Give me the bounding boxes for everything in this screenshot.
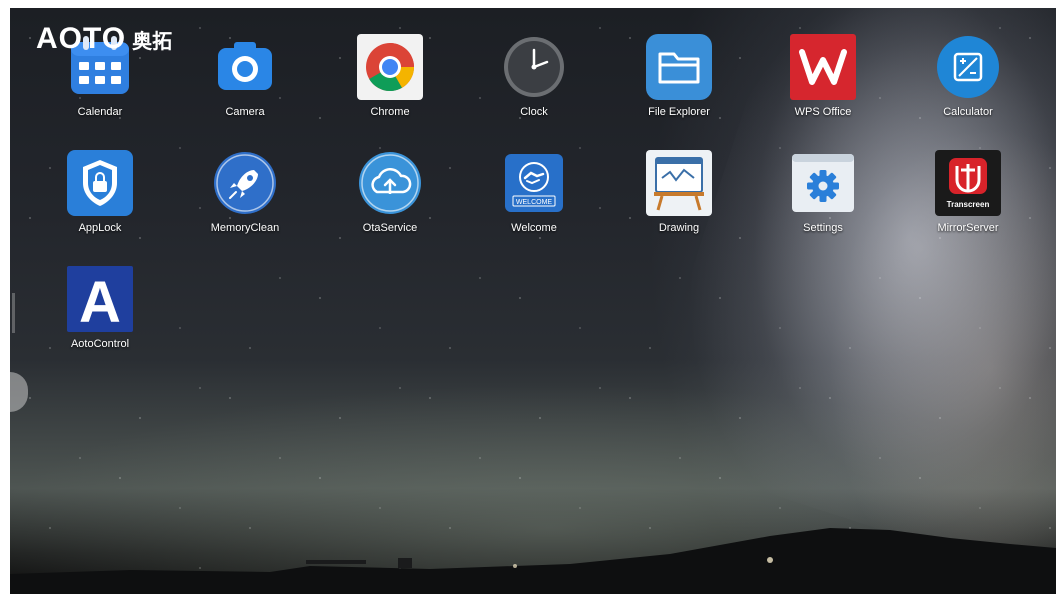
edge-indicator [12, 293, 15, 333]
mountain-silhouette [10, 528, 1056, 594]
app-label: AotoControl [70, 338, 130, 350]
chrome-icon [357, 34, 423, 100]
app-clock[interactable]: Clock [474, 34, 594, 118]
shield-lock-icon [67, 150, 133, 216]
gear-icon [790, 150, 856, 216]
app-label: MirrorServer [937, 222, 999, 234]
whiteboard-icon [646, 150, 712, 216]
transcreen-badge-text: Transcreen [947, 200, 990, 209]
app-wps-office[interactable]: WPS Office [763, 34, 883, 118]
app-calculator[interactable]: Calculator [908, 34, 1028, 118]
welcome-handshake-icon: WELCOME [501, 150, 567, 216]
app-camera[interactable]: Camera [185, 34, 305, 118]
aoto-a-icon: A [67, 266, 133, 335]
transcreen-icon: Transcreen [935, 150, 1001, 216]
welcome-badge-text: WELCOME [516, 199, 553, 206]
app-file-explorer[interactable]: File Explorer [619, 34, 739, 118]
app-aotocontrol[interactable]: A AotoControl [40, 266, 160, 350]
camera-icon [212, 34, 278, 100]
app-label: Calculator [943, 106, 993, 118]
folder-icon [646, 34, 712, 100]
app-memoryclean[interactable]: MemoryClean [185, 150, 305, 234]
app-label: Welcome [511, 222, 557, 234]
logo-cjk-text: 奥拓 [132, 30, 173, 53]
wps-office-icon [790, 34, 856, 100]
calculator-icon [935, 34, 1001, 100]
home-screen: AOTO 奥拓 Calendar Camera Chrome Clock Fil… [10, 8, 1056, 594]
aoto-glyph: A [79, 270, 121, 332]
brand-logo: AOTO 奥拓 [36, 22, 172, 56]
app-applock[interactable]: AppLock [40, 150, 160, 234]
app-label: AppLock [78, 222, 122, 234]
app-drawing[interactable]: Drawing [619, 150, 739, 234]
app-label: Camera [225, 106, 265, 118]
app-label: MemoryClean [210, 222, 280, 234]
app-label: Clock [520, 106, 548, 118]
app-label: OtaService [362, 222, 418, 234]
app-label: File Explorer [648, 106, 710, 118]
app-label: WPS Office [794, 106, 852, 118]
app-chrome[interactable]: Chrome [330, 34, 450, 118]
app-settings[interactable]: Settings [763, 150, 883, 234]
app-otaservice[interactable]: OtaService [330, 150, 450, 234]
app-label: Chrome [370, 106, 410, 118]
rocket-icon [212, 150, 278, 216]
cloud-upload-icon [357, 150, 423, 216]
logo-latin-text: AOTO [36, 22, 127, 55]
app-label: Drawing [658, 222, 700, 234]
clock-icon [501, 34, 567, 100]
app-label: Calendar [77, 106, 123, 118]
app-label: Settings [803, 222, 843, 234]
app-welcome[interactable]: WELCOME Welcome [474, 150, 594, 234]
app-mirrorserver[interactable]: Transcreen MirrorServer [908, 150, 1028, 234]
